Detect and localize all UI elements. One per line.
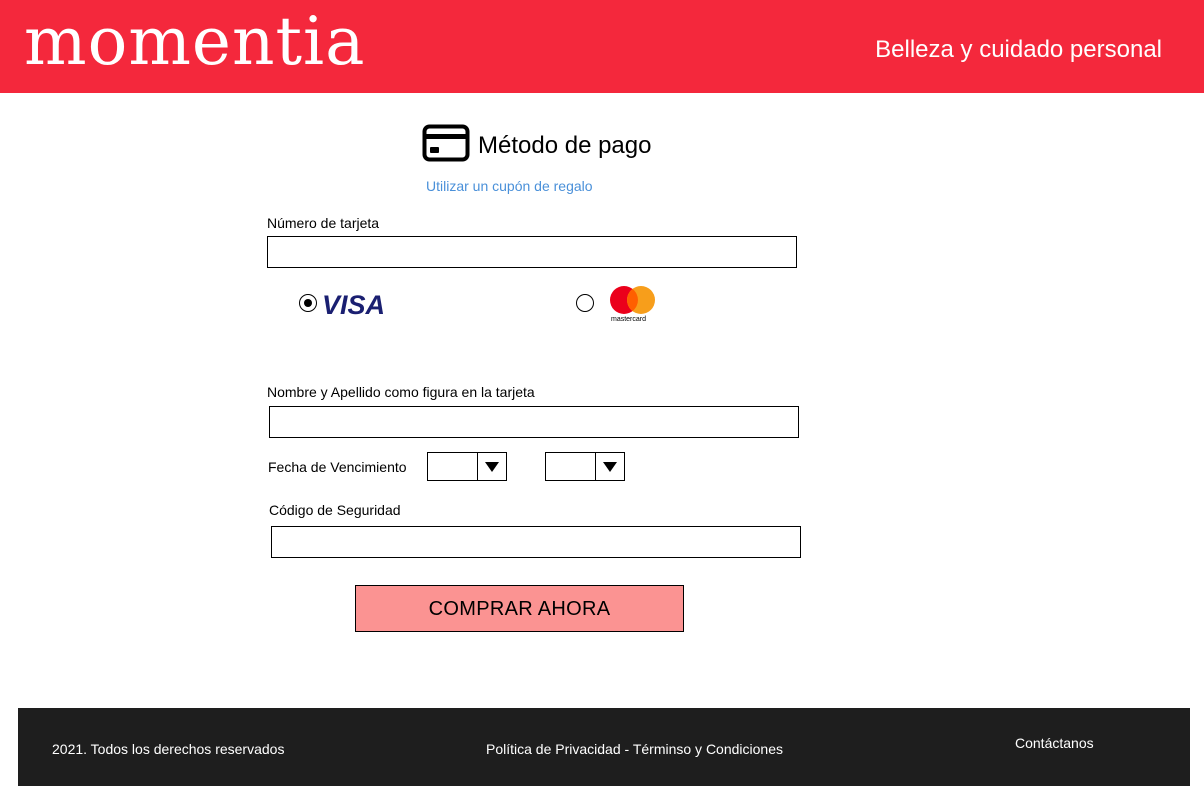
mastercard-radio[interactable] bbox=[576, 294, 594, 312]
expiry-label: Fecha de Vencimiento bbox=[268, 459, 407, 475]
security-code-label: Código de Seguridad bbox=[269, 502, 401, 518]
mastercard-logo-text: mastercard bbox=[611, 316, 646, 323]
gift-coupon-link[interactable]: Utilizar un cupón de regalo bbox=[426, 178, 593, 194]
chevron-down-icon bbox=[603, 462, 617, 472]
card-number-input[interactable] bbox=[267, 236, 797, 268]
mastercard-logo: mastercard bbox=[610, 286, 655, 323]
footer-contact-link[interactable]: Contáctanos bbox=[1015, 735, 1094, 751]
site-footer: 2021. Todos los derechos reservados Polí… bbox=[18, 708, 1190, 786]
chevron-down-icon bbox=[485, 462, 499, 472]
footer-legal-link[interactable]: Política de Privacidad - Términso y Cond… bbox=[486, 741, 783, 757]
visa-logo-text: VISA bbox=[322, 290, 385, 318]
brand-logo[interactable]: momentia bbox=[24, 2, 365, 82]
cardholder-name-label: Nombre y Apellido como figura en la tarj… bbox=[267, 384, 535, 400]
visa-logo: VISA bbox=[322, 290, 385, 318]
expiry-month-select[interactable] bbox=[427, 452, 507, 481]
page-title: Método de pago bbox=[478, 132, 652, 159]
buy-now-button[interactable]: COMPRAR AHORA bbox=[355, 585, 684, 632]
cardholder-name-input[interactable] bbox=[269, 406, 799, 438]
expiry-year-dropdown-button[interactable] bbox=[595, 453, 624, 480]
header-tagline: Belleza y cuidado personal bbox=[875, 36, 1162, 63]
footer-copyright: 2021. Todos los derechos reservados bbox=[52, 741, 285, 757]
site-header: momentia Belleza y cuidado personal bbox=[0, 0, 1204, 93]
expiry-month-dropdown-button[interactable] bbox=[477, 453, 506, 480]
security-code-input[interactable] bbox=[271, 526, 801, 558]
credit-card-icon bbox=[422, 124, 470, 162]
visa-radio[interactable] bbox=[299, 294, 317, 312]
expiry-year-select[interactable] bbox=[545, 452, 625, 481]
card-number-label: Número de tarjeta bbox=[267, 215, 380, 231]
